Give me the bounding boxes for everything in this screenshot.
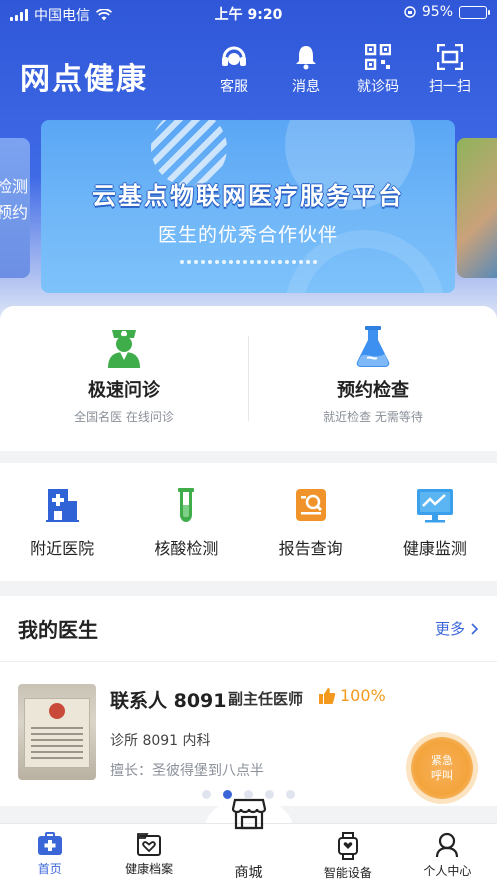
- nucleic-test-button[interactable]: 核酸检测: [124, 463, 248, 581]
- report-query-button[interactable]: 报告查询: [249, 463, 373, 581]
- doctor-department: 诊所 8091 内科: [110, 733, 211, 749]
- status-bar: 中国电信 上午 9:20 95%: [0, 0, 497, 26]
- tab-health-records[interactable]: 健康档案: [99, 824, 198, 883]
- user-icon: [436, 832, 459, 858]
- battery-icon: [459, 5, 490, 19]
- customer-service-icon: [222, 46, 246, 66]
- page-dot[interactable]: [265, 790, 274, 799]
- more-doctors-link[interactable]: 更多: [435, 618, 479, 639]
- health-monitor-button[interactable]: 健康监测: [373, 463, 497, 581]
- flask-icon: [356, 326, 390, 367]
- home-medical-icon: [37, 832, 62, 855]
- smartwatch-icon: [337, 832, 358, 860]
- store-icon: [231, 798, 266, 830]
- bottom-tabbar: 首页 健康档案 商城 智能设备 个人中心: [0, 798, 497, 883]
- tab-store[interactable]: 商城: [199, 798, 298, 883]
- page-dot[interactable]: [286, 790, 295, 799]
- doctor-photo: [18, 684, 96, 780]
- doctor-specialty: 擅长：圣彼得堡到八点半: [110, 763, 264, 779]
- doctor-title: 副主任医师: [228, 690, 304, 708]
- scan-icon: [437, 44, 463, 70]
- orientation-lock-icon: [404, 6, 416, 18]
- tab-smart-devices[interactable]: 智能设备: [298, 824, 397, 883]
- chevron-right-icon: [471, 622, 479, 635]
- book-exam-button[interactable]: 预约检查 就近检查 无需等待: [249, 306, 497, 451]
- thumbs-up-icon: [319, 687, 336, 704]
- report-search-icon: [295, 489, 326, 521]
- section-title: 我的医生: [18, 618, 98, 642]
- emergency-call-button[interactable]: 紧急 呼叫: [411, 737, 473, 799]
- banner-prev-peek[interactable]: 检测 预约: [0, 138, 30, 278]
- page-dot[interactable]: [202, 790, 211, 799]
- banner-subtitle: 医生的优秀合作伙伴: [157, 224, 338, 246]
- qr-code-icon: [365, 44, 391, 70]
- nearby-hospital-button[interactable]: 附近医院: [0, 463, 124, 581]
- bell-icon: [296, 46, 316, 70]
- messages-button[interactable]: 消息: [275, 44, 337, 96]
- battery-percent: 95%: [421, 4, 453, 20]
- doctor-rating: 100%: [318, 686, 386, 705]
- tab-profile[interactable]: 个人中心: [398, 824, 497, 883]
- banner-title: 云基点物联网医疗服务平台: [92, 182, 404, 210]
- tab-home[interactable]: 首页: [0, 824, 99, 883]
- doctor-icon: [108, 330, 140, 368]
- header-actions: 客服 消息 就诊码 扫一扫: [203, 44, 481, 96]
- health-record-icon: [137, 833, 162, 856]
- quick-consult-button[interactable]: 极速问诊 全国名医 在线问诊: [0, 306, 248, 451]
- test-tube-icon: [178, 488, 195, 522]
- banner-next-peek[interactable]: [457, 138, 497, 278]
- scan-button[interactable]: 扫一扫: [419, 44, 481, 96]
- monitor-icon: [416, 489, 453, 523]
- doctor-name: 联系人 8091: [110, 690, 227, 712]
- promo-banner[interactable]: 云基点物联网医疗服务平台 医生的优秀合作伙伴: [41, 120, 455, 293]
- primary-services: 极速问诊 全国名医 在线问诊 预约检查 就近检查 无需等待: [0, 306, 497, 451]
- customer-service-button[interactable]: 客服: [203, 44, 265, 96]
- app-title: 网点健康: [20, 62, 148, 97]
- visit-code-button[interactable]: 就诊码: [347, 44, 409, 96]
- hospital-icon: [46, 489, 80, 522]
- banner-decoration-dots: [41, 260, 455, 264]
- service-grid: 附近医院 核酸检测 报告查询 健康监测: [0, 463, 497, 581]
